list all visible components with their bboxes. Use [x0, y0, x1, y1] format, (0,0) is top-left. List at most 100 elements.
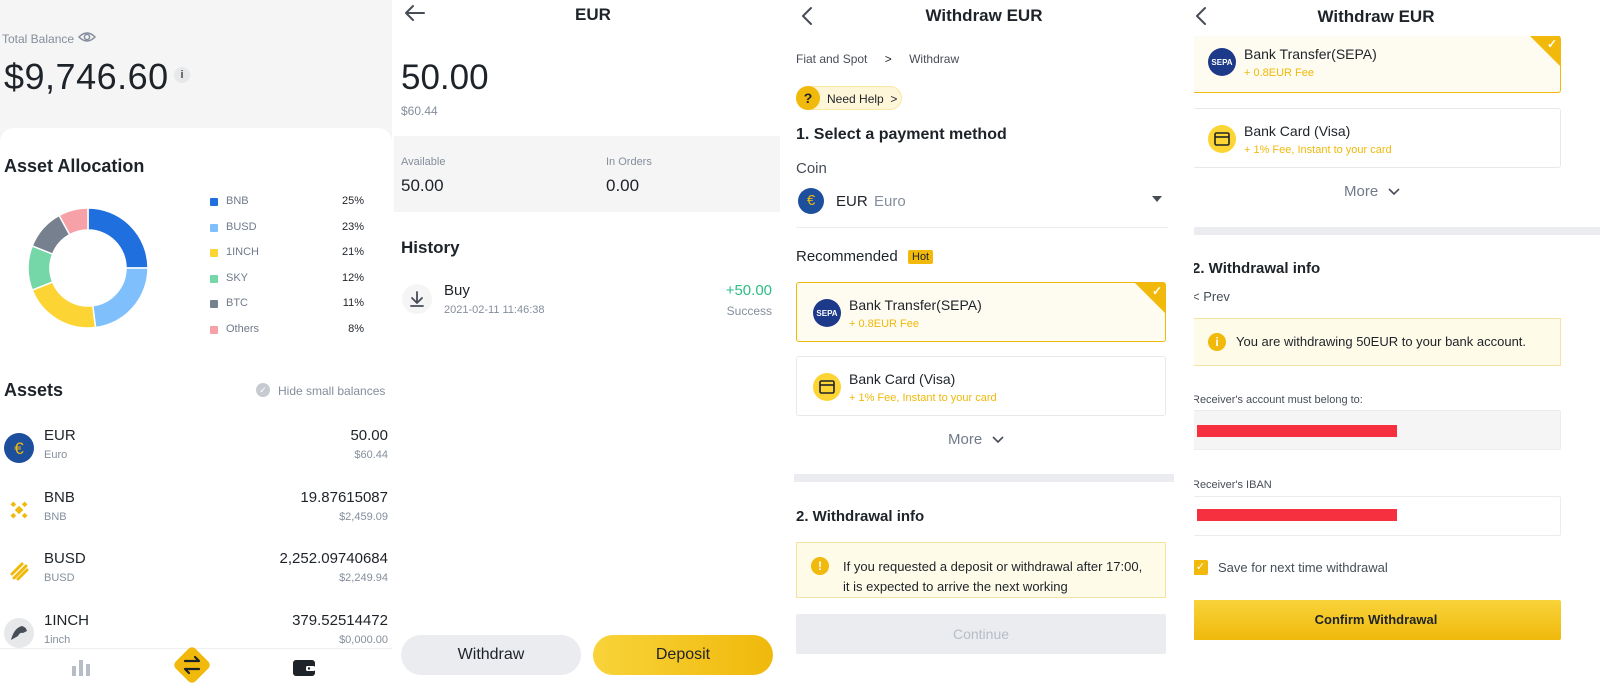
more-methods-button[interactable]: More	[1344, 183, 1400, 200]
history-status: Success	[726, 304, 772, 318]
eye-icon[interactable]	[78, 30, 96, 44]
asset-name: Euro	[44, 449, 68, 461]
method-fee: + 1% Fee, Instant to your card	[849, 392, 997, 404]
legend-item-btc: BTC 11%	[210, 296, 364, 312]
asset-allocation-title: Asset Allocation	[4, 156, 145, 176]
svg-text:€: €	[14, 439, 24, 458]
legend-name: SKY	[226, 271, 249, 284]
eur-detail-panel: EUR 50.00 $60.44 Available 50.00 In Orde…	[392, 0, 794, 700]
legend-swatch	[210, 198, 218, 206]
legend-percent: 12%	[341, 271, 364, 284]
method-title: Bank Card (Visa)	[1244, 123, 1351, 139]
trade-swap-icon[interactable]	[172, 645, 212, 685]
coin-symbol: EUR	[836, 193, 868, 210]
balance-breakdown: Available 50.00 In Orders 0.00	[394, 136, 780, 212]
asset-usd-value: $2,249.94	[339, 572, 388, 584]
asset-symbol: BNB	[44, 488, 75, 506]
deposit-button[interactable]: Deposit	[593, 635, 773, 675]
help-icon: ?	[796, 86, 820, 110]
hide-small-check-icon[interactable]: ✓	[256, 383, 270, 397]
method-title: Bank Transfer(SEPA)	[1244, 46, 1377, 62]
page-title: Withdraw EUR	[925, 6, 1043, 25]
dropdown-caret-icon	[1152, 196, 1162, 203]
donut-slice-busd	[91, 267, 149, 329]
wallet-icon[interactable]	[292, 658, 316, 678]
breadcrumb-separator: >	[884, 52, 892, 66]
history-row[interactable]: Buy 2021-02-11 11:46:38 +50.00 Success	[392, 280, 794, 330]
breadcrumb-fiat-spot[interactable]: Fiat and Spot	[796, 52, 867, 66]
legend-name: BTC	[226, 297, 248, 309]
more-methods-button[interactable]: More	[948, 431, 1004, 448]
withdraw-info-panel: Withdraw EUR SEPA Bank Transfer(SEPA) + …	[1194, 0, 1600, 700]
withdraw-button[interactable]: Withdraw	[401, 635, 581, 675]
check-icon: ✓	[1151, 284, 1162, 298]
chevron-down-icon	[992, 436, 1004, 444]
eur-balance-usd: $60.44	[401, 104, 438, 118]
hot-badge: Hot	[908, 250, 934, 264]
hide-small-balances-toggle[interactable]: Hide small balances	[278, 384, 385, 398]
notice-text: If you requested a deposit or withdrawal…	[843, 559, 1143, 594]
method-fee: + 0.8EUR Fee	[1244, 67, 1315, 79]
asset-usd-value: $2,459.09	[339, 510, 388, 523]
asset-amount: 379.52514472	[292, 611, 388, 629]
section-divider	[1194, 227, 1600, 235]
withdraw-method-panel: Withdraw EUR Fiat and Spot > Withdraw ? …	[794, 0, 1194, 700]
legend-percent: 11%	[342, 297, 364, 309]
legend-name: BUSD	[226, 220, 257, 233]
prev-link[interactable]: < Prev	[1194, 289, 1230, 304]
sepa-logo-icon: SEPA	[1208, 48, 1236, 76]
busd-coin-icon	[4, 556, 34, 586]
legend-swatch	[210, 223, 218, 232]
asset-amount: 2,252.09740684	[279, 550, 388, 567]
legend-percent: 21%	[341, 246, 364, 258]
asset-row-busd[interactable]: BUSD BUSD 2,252.09740684 $2,249.94	[0, 550, 392, 612]
assets-title: Assets	[4, 380, 64, 400]
save-checkbox[interactable]: ✓	[1194, 560, 1208, 575]
method-fee: + 1% Fee, Instant to your card	[1244, 144, 1392, 156]
payment-method-sepa[interactable]: SEPA Bank Transfer(SEPA) + 0.8EUR Fee ✓	[796, 282, 1166, 342]
coin-select[interactable]: € EUR Euro	[796, 186, 1168, 228]
asset-name: 1inch	[44, 633, 71, 646]
save-for-next-label[interactable]: Save for next time withdrawal	[1218, 560, 1388, 575]
in-orders-value: 0.00	[606, 176, 640, 195]
account-owner-field[interactable]	[1194, 410, 1561, 450]
iban-field[interactable]	[1194, 496, 1561, 536]
more-label: More	[948, 431, 983, 448]
step1-heading: 1. Select a payment method	[796, 126, 1007, 143]
asset-row-eur[interactable]: € EUR Euro 50.00 $60.44	[0, 427, 392, 489]
info-icon[interactable]: i	[174, 67, 190, 83]
asset-row-bnb[interactable]: BNB BNB 19.87615087 $2,459.09	[0, 489, 392, 551]
continue-button[interactable]: Continue	[796, 614, 1166, 654]
breadcrumb-withdraw[interactable]: Withdraw	[909, 52, 959, 66]
section-divider	[794, 474, 1174, 482]
account-owner-label: Receiver's account must belong to:	[1194, 394, 1363, 406]
notice-text: You are withdrawing 50EUR to your bank a…	[1236, 334, 1527, 349]
redaction-bar	[1197, 425, 1397, 437]
1inch-coin-icon	[4, 617, 34, 648]
available-label: Available	[401, 156, 446, 168]
card-icon	[813, 373, 841, 401]
history-time: 2021-02-11 11:46:38	[444, 304, 545, 316]
euro-coin-icon: €	[798, 188, 824, 214]
asset-symbol: BUSD	[44, 550, 86, 567]
card-icon	[1208, 125, 1236, 153]
check-icon: ✓	[1546, 37, 1557, 51]
more-label: More	[1344, 183, 1379, 200]
legend-percent: 25%	[341, 195, 364, 207]
payment-method-visa[interactable]: Bank Card (Visa) + 1% Fee, Instant to yo…	[796, 356, 1166, 416]
need-help-button[interactable]: ? Need Help >	[796, 86, 902, 110]
chart-icon[interactable]	[70, 657, 92, 677]
history-type: Buy	[444, 282, 470, 299]
legend-name: BNB	[226, 195, 249, 207]
euro-coin-icon: €	[4, 433, 34, 463]
legend-swatch	[210, 300, 218, 308]
page-title: Withdraw EUR	[1317, 7, 1435, 26]
svg-text:SEPA: SEPA	[816, 309, 837, 318]
payment-method-visa[interactable]: Bank Card (Visa) + 1% Fee, Instant to yo…	[1194, 108, 1561, 168]
confirm-withdrawal-button[interactable]: Confirm Withdrawal	[1194, 600, 1561, 640]
donut-slice-1inch	[31, 281, 97, 329]
asset-amount: 50.00	[350, 427, 388, 444]
legend-item-bnb: BNB 25%	[210, 194, 364, 210]
payment-method-sepa[interactable]: SEPA Bank Transfer(SEPA) + 0.8EUR Fee ✓	[1194, 36, 1561, 93]
coin-label: Coin	[796, 160, 827, 177]
